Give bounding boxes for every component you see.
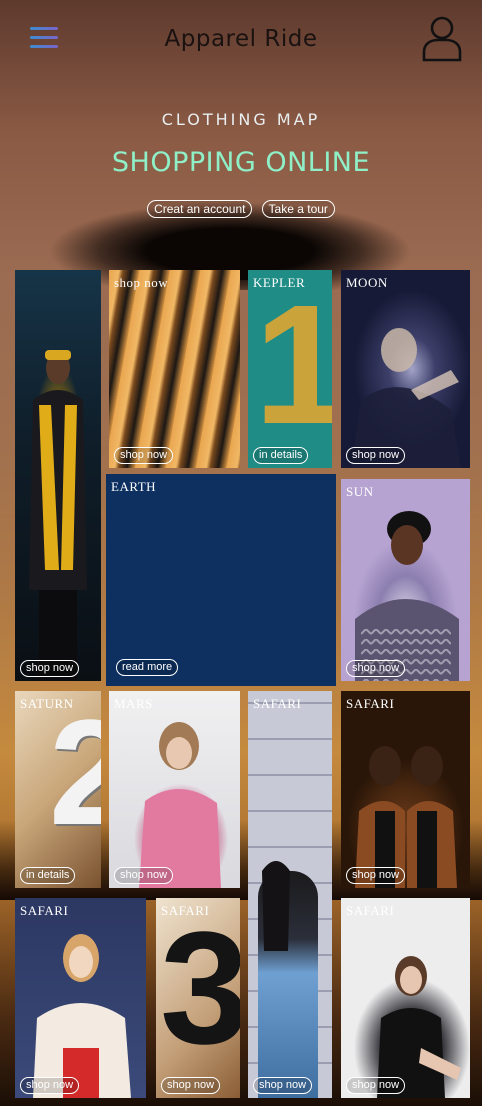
shop-now-button[interactable]: shop now xyxy=(20,660,80,677)
tile-safari-twins[interactable]: SAFARI shop now xyxy=(341,691,470,888)
create-account-button[interactable]: Creat an account xyxy=(147,200,253,218)
tile-title: KEPLER xyxy=(253,275,306,290)
tile-title: SATURN xyxy=(20,696,74,711)
shop-now-button[interactable]: shop now xyxy=(114,867,174,884)
tile-title: SAFARI xyxy=(253,696,302,711)
shop-now-button[interactable]: shop now xyxy=(346,1077,406,1094)
take-tour-button[interactable]: Take a tour xyxy=(261,200,335,218)
moon-figure xyxy=(351,328,461,468)
tile-moon[interactable]: MOON shop now xyxy=(341,270,470,468)
shop-now-button[interactable]: shop now xyxy=(346,447,406,464)
numeral-one: 1 xyxy=(254,270,332,460)
twins-figure xyxy=(355,746,457,888)
shop-now-button[interactable]: shop now xyxy=(253,1077,313,1094)
tile-kepler[interactable]: 1 KEPLER in details xyxy=(248,270,332,468)
shop-now-button[interactable]: shop now xyxy=(114,447,174,464)
tile-safari-fur-coat[interactable]: SAFARI shop now xyxy=(15,898,146,1098)
tile-title[interactable]: shop now xyxy=(114,275,168,291)
tile-title: EARTH xyxy=(111,479,157,494)
tile-earth[interactable]: EARTH read more xyxy=(106,474,336,686)
person-figure xyxy=(29,350,87,681)
tile-safari-three[interactable]: 3 SAFARI shop now xyxy=(156,898,240,1098)
numeral-three: 3 xyxy=(160,898,240,1077)
user-profile-icon[interactable] xyxy=(420,14,464,62)
read-more-button[interactable]: read more xyxy=(116,659,179,676)
tile-mars[interactable]: MARS shop now xyxy=(109,691,240,888)
tile-person-yellow-jacket[interactable]: shop now xyxy=(15,270,101,681)
tile-title: SAFARI xyxy=(161,903,210,918)
tile-sun[interactable]: SUN shop now xyxy=(341,479,470,681)
shop-now-button[interactable]: shop now xyxy=(346,660,406,677)
shop-now-button[interactable]: shop now xyxy=(161,1077,221,1094)
numeral-two: 2 xyxy=(49,691,101,856)
tile-safari-black-dress[interactable]: SAFARI shop now xyxy=(341,898,470,1098)
tile-title: SUN xyxy=(346,484,374,499)
shop-now-button[interactable]: shop now xyxy=(20,1077,80,1094)
tile-safari-denim[interactable]: SAFARI shop now xyxy=(248,691,332,1098)
tile-title: SAFARI xyxy=(346,903,395,918)
tile-title: SAFARI xyxy=(20,903,69,918)
hero-kicker: CLOTHING MAP xyxy=(161,110,321,129)
safari-denim-head xyxy=(262,861,290,951)
app-title: Apparel Ride xyxy=(164,26,318,52)
hero-headline: SHOPPING ONLINE xyxy=(111,147,371,178)
hero-cta-row: Creat an account Take a tour xyxy=(0,198,482,218)
in-details-button[interactable]: in details xyxy=(253,447,309,464)
in-details-button[interactable]: in details xyxy=(20,867,76,884)
tile-title: MOON xyxy=(346,275,388,290)
tile-title: SAFARI xyxy=(346,696,395,711)
mars-figure xyxy=(139,722,221,888)
tile-title: MARS xyxy=(114,696,153,711)
sun-figure xyxy=(355,511,459,681)
shop-now-button[interactable]: shop now xyxy=(346,867,406,884)
black-dress-figure xyxy=(377,956,461,1098)
tile-hangers[interactable]: shop now shop now xyxy=(109,270,240,468)
tile-saturn[interactable]: 2 SATURN in details xyxy=(15,691,101,888)
fur-coat-figure xyxy=(33,934,131,1098)
